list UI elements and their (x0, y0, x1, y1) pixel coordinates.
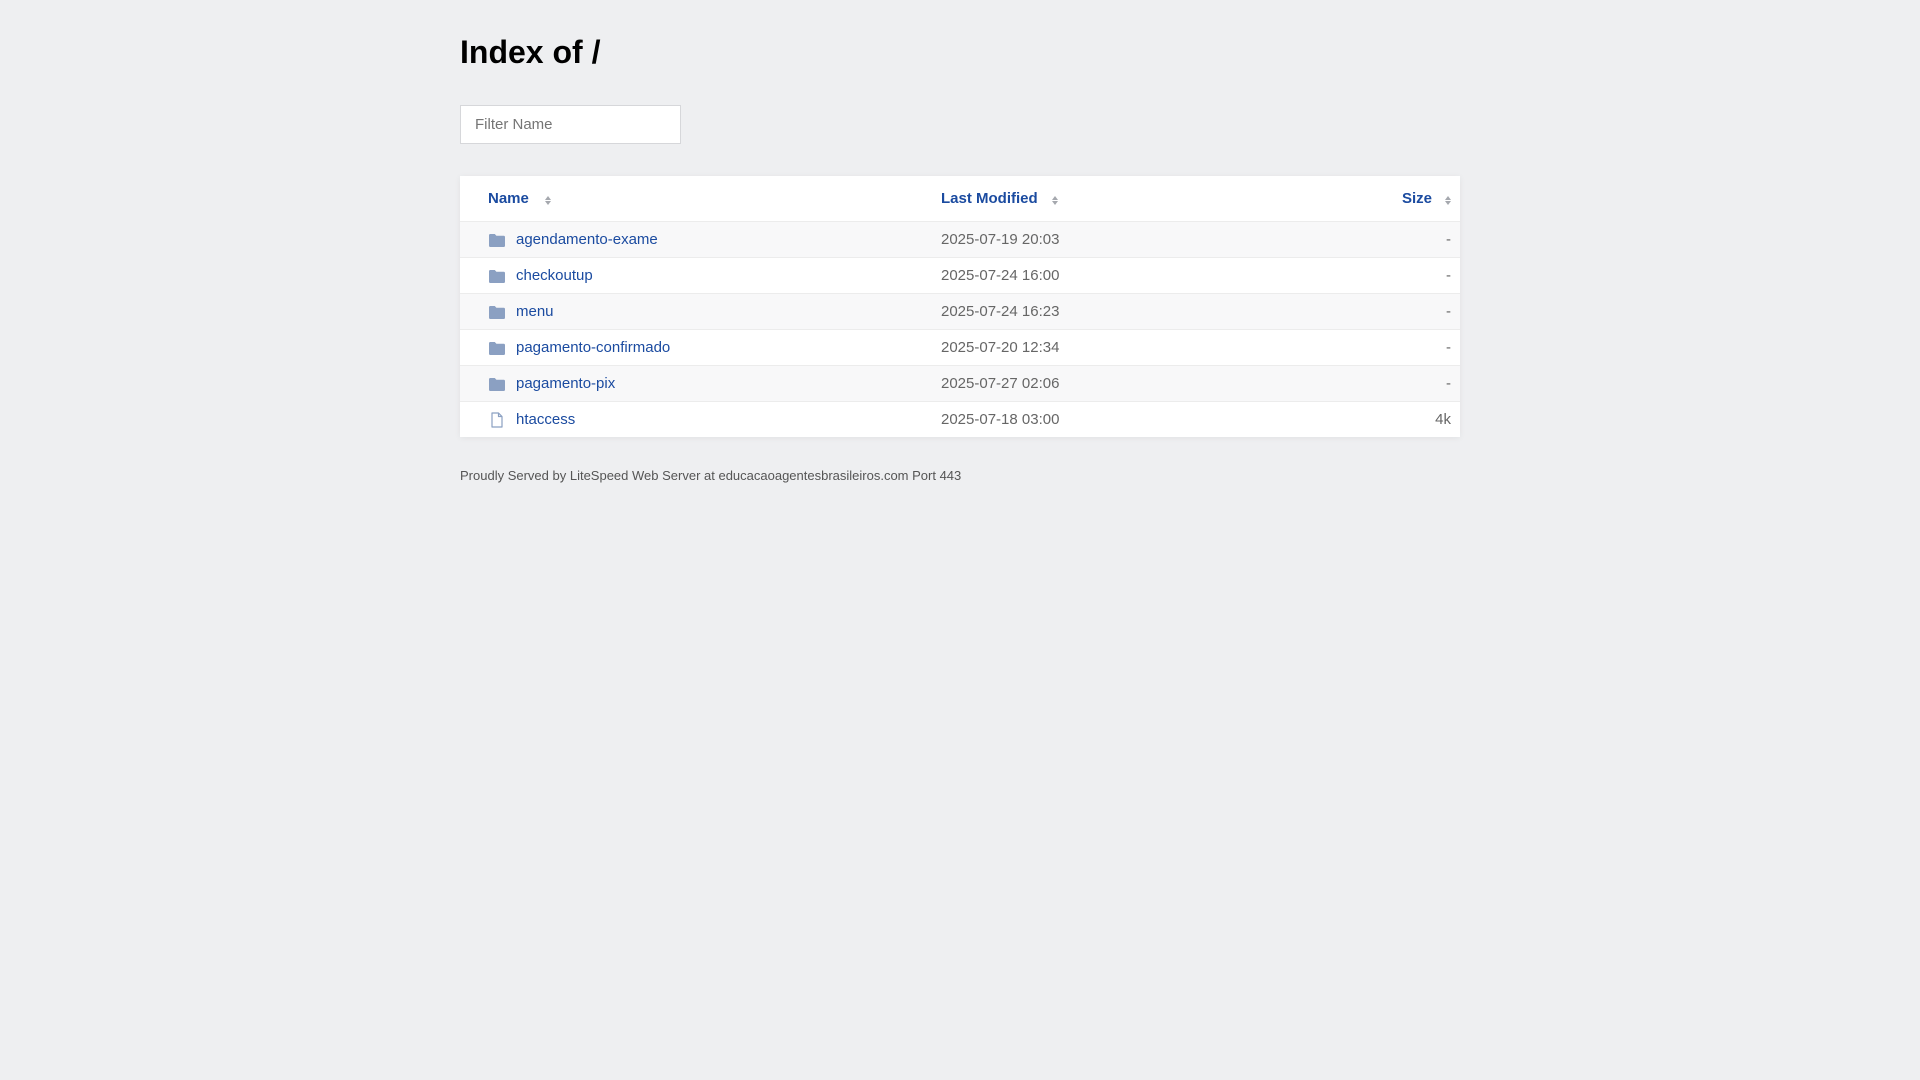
name-cell: menu (488, 294, 554, 329)
modified-cell: 2025-07-24 16:23 (941, 303, 1060, 320)
size-cell: - (1446, 231, 1451, 248)
table-header-row: Name Last Modified Size (460, 176, 1460, 221)
size-cell: - (1446, 375, 1451, 392)
table-row: menu 2025-07-24 16:23 - (460, 293, 1460, 329)
folder-icon (488, 376, 506, 392)
entry-link[interactable]: htaccess (516, 411, 575, 428)
header-size-cell: Size (1402, 176, 1451, 221)
table-row: pagamento-pix 2025-07-27 02:06 - (460, 365, 1460, 401)
header-modified-cell: Last Modified (941, 176, 1058, 221)
table-row: agendamento-exame 2025-07-19 20:03 - (460, 221, 1460, 257)
page-title: Index of / (460, 34, 601, 70)
table-row: htaccess 2025-07-18 03:00 4k (460, 401, 1460, 437)
modified-cell: 2025-07-20 12:34 (941, 339, 1060, 356)
sort-by-name-link[interactable]: Name (488, 190, 529, 207)
name-cell: pagamento-confirmado (488, 330, 670, 365)
modified-cell: 2025-07-19 20:03 (941, 231, 1060, 248)
file-icon (488, 411, 506, 428)
name-cell: htaccess (488, 402, 575, 437)
modified-cell: 2025-07-18 03:00 (941, 411, 1060, 428)
sort-by-size-link[interactable]: Size (1402, 190, 1432, 207)
folder-icon (488, 232, 506, 248)
table-body: agendamento-exame 2025-07-19 20:03- checko… (460, 221, 1460, 437)
folder-icon (488, 340, 506, 356)
server-footer: Proudly Served by LiteSpeed Web Server a… (460, 468, 962, 483)
size-cell: - (1446, 267, 1451, 284)
header-name-cell: Name (488, 176, 551, 221)
table-row: pagamento-confirmado 2025-07-20 12:34 - (460, 329, 1460, 365)
sort-arrows-icon[interactable] (1051, 196, 1058, 205)
modified-cell: 2025-07-24 16:00 (941, 267, 1060, 284)
sort-arrows-icon[interactable] (544, 196, 551, 205)
size-cell: - (1446, 339, 1451, 356)
entry-link[interactable]: checkoutup (516, 267, 593, 284)
size-cell: - (1446, 303, 1451, 320)
entry-link[interactable]: pagamento-confirmado (516, 339, 670, 356)
name-cell: checkoutup (488, 258, 593, 293)
sort-by-modified-link[interactable]: Last Modified (941, 190, 1038, 207)
entry-link[interactable]: agendamento-exame (516, 231, 658, 248)
size-cell: 4k (1435, 411, 1451, 428)
file-table: Name Last Modified Size agendamento-exam… (460, 176, 1460, 437)
entry-link[interactable]: pagamento-pix (516, 375, 615, 392)
name-cell: agendamento-exame (488, 222, 658, 257)
entry-link[interactable]: menu (516, 303, 554, 320)
table-row: checkoutup 2025-07-24 16:00 - (460, 257, 1460, 293)
name-cell: pagamento-pix (488, 366, 615, 401)
modified-cell: 2025-07-27 02:06 (941, 375, 1060, 392)
folder-icon (488, 304, 506, 320)
sort-arrows-icon[interactable] (1445, 196, 1451, 205)
folder-icon (488, 268, 506, 284)
filter-name-input[interactable] (460, 105, 681, 144)
